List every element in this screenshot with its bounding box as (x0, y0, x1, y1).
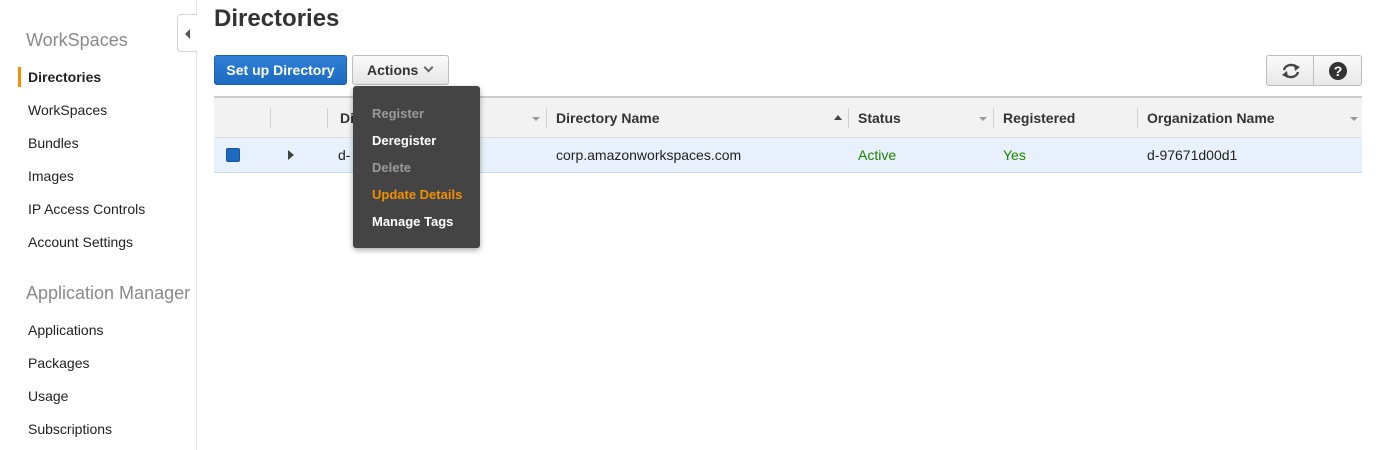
column-header-status[interactable]: Status (848, 98, 901, 138)
refresh-button[interactable] (1266, 55, 1314, 86)
sort-down-icon (979, 117, 987, 121)
sidebar-item-workspaces[interactable]: WorkSpaces (28, 102, 107, 118)
cell-directory-name: corp.amazonworkspaces.com (556, 147, 742, 163)
sidebar-item-usage[interactable]: Usage (28, 388, 68, 404)
cell-registered: Yes (1003, 147, 1026, 163)
column-header-organization-name[interactable]: Organization Name (1137, 98, 1275, 138)
cell-status: Active (858, 147, 897, 163)
menu-item-register: Register (372, 106, 425, 121)
sidebar-item-applications[interactable]: Applications (28, 322, 104, 338)
column-separator (327, 108, 328, 128)
actions-button-label: Actions (367, 62, 419, 78)
sidebar-item-ip-access-controls[interactable]: IP Access Controls (28, 201, 145, 217)
chevron-down-icon (423, 62, 434, 73)
sidebar-collapse-button[interactable] (177, 14, 197, 52)
sort-up-icon (834, 115, 842, 120)
sidebar-item-account-settings[interactable]: Account Settings (28, 234, 133, 250)
actions-menu: Register Deregister Delete Update Detail… (353, 86, 480, 248)
menu-item-deregister[interactable]: Deregister (372, 133, 436, 148)
page-title: Directories (214, 5, 340, 32)
help-button[interactable]: ? (1314, 55, 1362, 86)
sidebar-item-bundles[interactable]: Bundles (28, 135, 79, 151)
menu-item-manage-tags[interactable]: Manage Tags (372, 214, 453, 229)
column-header-registered[interactable]: Registered (993, 98, 1075, 138)
row-checkbox[interactable] (226, 148, 240, 162)
column-separator (270, 108, 271, 128)
sidebar-section-workspaces: WorkSpaces (26, 30, 128, 50)
active-indicator (18, 67, 21, 87)
sidebar: WorkSpaces Directories WorkSpaces Bundle… (0, 0, 197, 450)
sort-down-icon (1350, 117, 1358, 121)
cell-directory-id: d- (338, 147, 351, 163)
caret-left-icon (185, 29, 190, 39)
actions-button[interactable]: Actions (352, 55, 449, 85)
sidebar-item-packages[interactable]: Packages (28, 355, 89, 371)
sidebar-item-images[interactable]: Images (28, 168, 74, 184)
sidebar-item-directories[interactable]: Directories (28, 69, 101, 85)
sort-down-icon (532, 117, 540, 121)
column-header-directory-id[interactable]: Di (330, 98, 354, 138)
cell-organization-name: d-97671d00d1 (1147, 147, 1238, 163)
set-up-directory-button[interactable]: Set up Directory (214, 55, 347, 85)
svg-text:?: ? (1334, 63, 1343, 79)
expand-row-icon[interactable] (288, 150, 294, 160)
sidebar-item-subscriptions[interactable]: Subscriptions (28, 421, 112, 437)
refresh-icon (1282, 63, 1300, 79)
column-header-directory-name[interactable]: Directory Name (546, 98, 660, 138)
sidebar-section-application-manager: Application Manager (26, 283, 191, 303)
help-icon: ? (1329, 62, 1347, 80)
menu-item-update-details[interactable]: Update Details (372, 187, 462, 202)
menu-item-delete: Delete (372, 160, 412, 175)
